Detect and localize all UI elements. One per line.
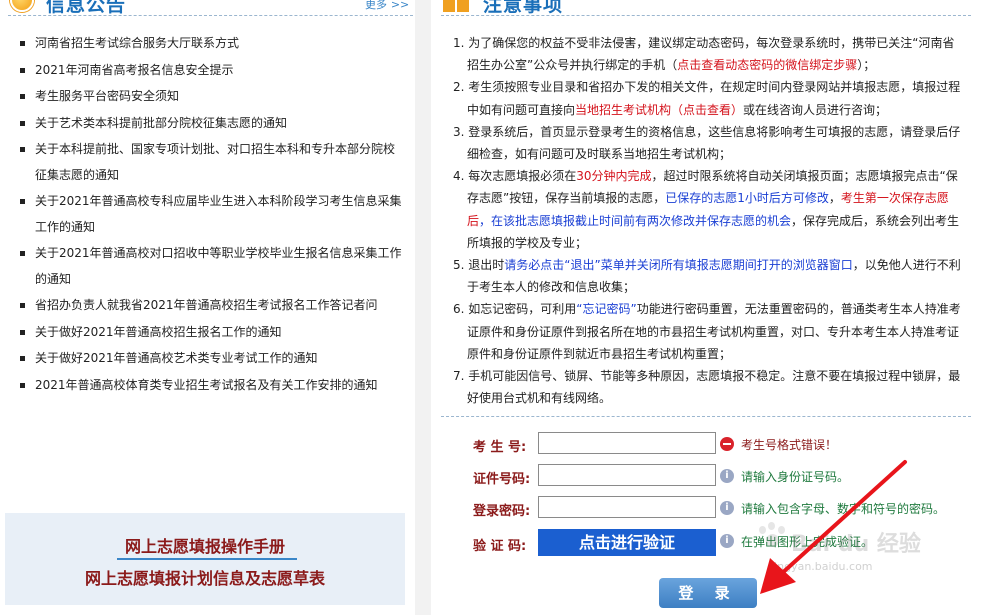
annotation-arrow [760, 460, 907, 594]
arrow-shaft [778, 460, 907, 577]
